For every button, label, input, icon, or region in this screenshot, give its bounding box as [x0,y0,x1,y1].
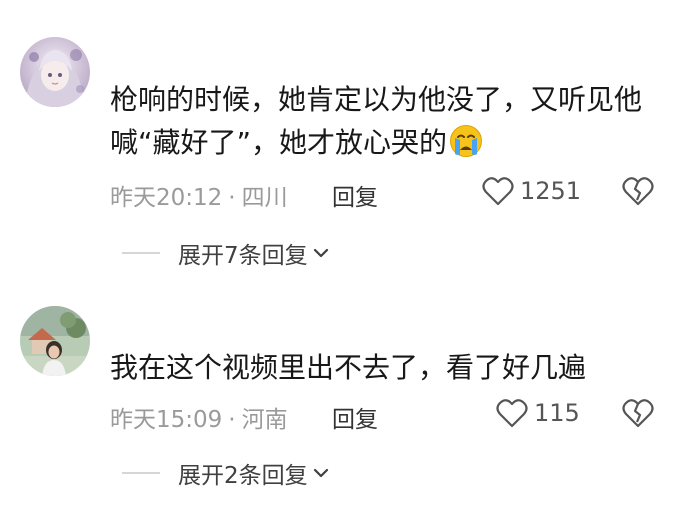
timestamp: 昨天20:12 [110,185,223,211]
comment-text-line: 我在这个视频里出不去了，看了好几遍 [110,351,587,384]
comment-text: 我在这个视频里出不去了，看了好几遍 [110,346,670,389]
comment-text-line: 喊“藏好了”，她才放心哭的 [110,121,670,164]
broken-heart-icon [622,399,654,428]
meta-separator: · [228,407,236,433]
timestamp: 昨天15:09 [110,407,223,433]
comment-item: 枪响的时候，她肯定以为他没了，又听见他 喊“藏好了”，她才放心哭的 昨天20:1… [0,0,690,290]
comment-meta: 昨天15:09 · 河南 [110,400,288,434]
heart-icon [496,399,528,428]
like-count: 115 [534,399,580,427]
comment-meta: 昨天20:12 · 四川 [110,178,288,212]
avatar[interactable] [20,37,90,107]
comment-text-line: 枪响的时候，她肯定以为他没了，又听见他 [110,83,643,116]
like-button[interactable]: 1251 [482,176,581,206]
reply-button[interactable]: 回复 [332,400,378,434]
broken-heart-icon [622,177,654,206]
expand-replies-button[interactable]: 展开7条回复 [122,236,330,270]
divider [122,472,160,474]
location: 四川 [241,185,288,211]
expand-replies-label: 展开7条回复 [178,243,308,269]
crying-face-icon [450,125,483,157]
heart-icon [482,177,514,206]
expand-replies-label: 展开2条回复 [178,463,308,489]
divider [122,252,160,254]
comment-text-fragment: 喊“藏好了”，她才放心哭的 [110,126,448,159]
comment-text: 枪响的时候，她肯定以为他没了，又听见他 喊“藏好了”，她才放心哭的 [110,78,670,164]
comment-item: 我在这个视频里出不去了，看了好几遍 昨天15:09 · 河南 回复 115 展开2条… [0,290,690,514]
avatar[interactable] [20,306,90,376]
dislike-button[interactable] [622,398,654,432]
expand-replies-button[interactable]: 展开2条回复 [122,456,330,490]
reply-button[interactable]: 回复 [332,178,378,212]
meta-separator: · [228,185,236,211]
chevron-down-icon [313,248,328,258]
location: 河南 [241,407,288,433]
chevron-down-icon [313,468,328,478]
like-button[interactable]: 115 [496,398,580,428]
dislike-button[interactable] [622,176,654,210]
like-count: 1251 [520,177,582,205]
